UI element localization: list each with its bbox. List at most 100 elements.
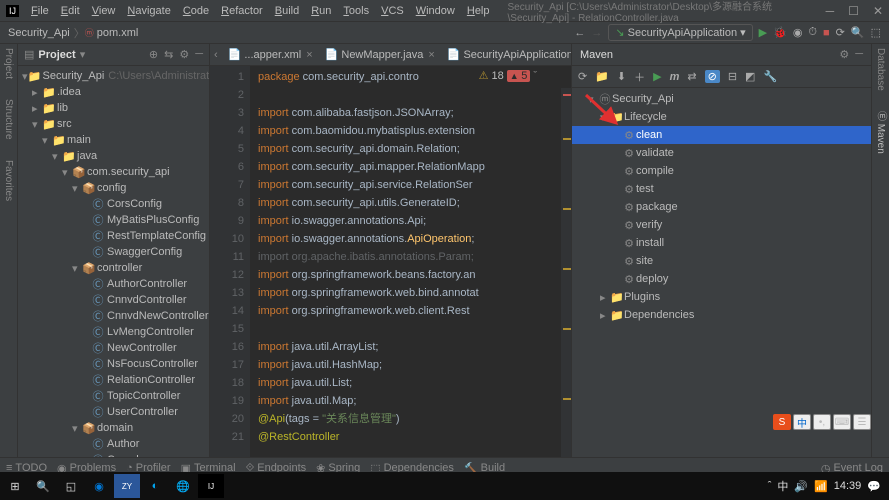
menu-navigate[interactable]: Navigate bbox=[121, 5, 176, 17]
tree-node[interactable]: ⒸRestTemplateConfig bbox=[18, 228, 209, 244]
tree-node[interactable]: ▾📦com.security_api bbox=[18, 164, 209, 180]
maven-node-verify[interactable]: ⚙verify bbox=[572, 216, 871, 234]
maven-node-validate[interactable]: ⚙validate bbox=[572, 144, 871, 162]
search-icon[interactable]: 🔍 bbox=[851, 26, 865, 39]
tray-expand-icon[interactable]: ˆ bbox=[768, 480, 772, 492]
breadcrumb-project[interactable]: Security_Api bbox=[8, 27, 70, 39]
forward-icon[interactable]: → bbox=[591, 27, 602, 39]
breadcrumb-file[interactable]: pom.xml bbox=[97, 27, 139, 39]
error-stripe[interactable] bbox=[561, 88, 571, 457]
project-tool-button[interactable]: Project bbox=[3, 48, 14, 79]
source-code[interactable]: package com.security_api.contro import c… bbox=[250, 66, 571, 457]
maven-tree[interactable]: ▾ⓜSecurity_Api▾📁Lifecycle⚙clean⚙validate… bbox=[572, 88, 871, 457]
tree-node[interactable]: ⒸCorsConfig bbox=[18, 196, 209, 212]
editor-tab[interactable]: 📄NewMapper.java× bbox=[319, 44, 441, 65]
settings-icon[interactable]: ⬚ bbox=[871, 26, 881, 39]
menu-tools[interactable]: Tools bbox=[337, 5, 375, 17]
tray-lang-icon[interactable]: 中 bbox=[777, 478, 788, 494]
gear-icon[interactable]: ⚙ bbox=[179, 48, 189, 61]
add-icon[interactable]: ＋ bbox=[634, 69, 645, 85]
hide-icon[interactable]: ─ bbox=[195, 48, 203, 61]
run-icon[interactable]: ▶ bbox=[653, 70, 661, 83]
tree-node[interactable]: ▸📁lib bbox=[18, 100, 209, 116]
database-tool-button[interactable]: Database bbox=[875, 48, 886, 91]
menu-run[interactable]: Run bbox=[305, 5, 337, 17]
project-tree[interactable]: ▾📁Security_Api C:\Users\Administrator\De… bbox=[18, 66, 209, 457]
gear-icon[interactable]: ⚙ bbox=[839, 48, 849, 61]
maven-node-dependencies[interactable]: ▸📁Dependencies bbox=[572, 306, 871, 324]
back-icon[interactable]: ← bbox=[574, 27, 585, 39]
show-deps-icon[interactable]: ◩ bbox=[745, 70, 755, 83]
chrome-icon[interactable]: 🌐 bbox=[170, 474, 196, 498]
menu-help[interactable]: Help bbox=[461, 5, 496, 17]
start-button[interactable]: ⊞ bbox=[2, 474, 28, 498]
maven-node-site[interactable]: ⚙site bbox=[572, 252, 871, 270]
locate-icon[interactable]: ⊕ bbox=[149, 48, 158, 61]
tray-net-icon[interactable]: 📶 bbox=[814, 480, 828, 493]
run-icon[interactable]: ▶ bbox=[759, 26, 767, 39]
maven-node-security_api[interactable]: ▾ⓜSecurity_Api bbox=[572, 90, 871, 108]
maven-node-plugins[interactable]: ▸📁Plugins bbox=[572, 288, 871, 306]
vcs-icon[interactable]: ⟳ bbox=[836, 26, 845, 39]
tree-node[interactable]: ⒸNsFocusController bbox=[18, 356, 209, 372]
tree-node[interactable]: ⒸAuthor bbox=[18, 436, 209, 452]
tree-node[interactable]: ▾📁main bbox=[18, 132, 209, 148]
tree-node[interactable]: ⒸTopicController bbox=[18, 388, 209, 404]
maven-tool-button[interactable]: ⓜ Maven bbox=[873, 111, 888, 154]
tree-node[interactable]: ⒸSwaggerConfig bbox=[18, 244, 209, 260]
menu-refactor[interactable]: Refactor bbox=[215, 5, 269, 17]
tree-node[interactable]: ⒸUserController bbox=[18, 404, 209, 420]
tree-node[interactable]: ⒸCnnvd bbox=[18, 452, 209, 457]
menu-view[interactable]: View bbox=[86, 5, 122, 17]
ime-keyboard-icon[interactable]: ⌨ bbox=[833, 414, 851, 430]
tree-node[interactable]: ▾📁src bbox=[18, 116, 209, 132]
hide-icon[interactable]: ─ bbox=[855, 48, 863, 61]
minimize-icon[interactable]: ─ bbox=[826, 4, 835, 18]
tree-node[interactable]: ⒸAuthorController bbox=[18, 276, 209, 292]
favorites-tool-button[interactable]: Favorites bbox=[3, 160, 14, 201]
app-shortcut[interactable]: ◐ bbox=[142, 474, 168, 498]
skip-tests-icon[interactable]: ⊟ bbox=[728, 70, 737, 83]
system-tray[interactable]: ˆ 中 🔊 📶 14:39 💬 bbox=[768, 478, 887, 494]
collapse-icon[interactable]: ⇆ bbox=[164, 48, 173, 61]
ime-menu-icon[interactable]: ☰ bbox=[853, 414, 871, 430]
app-shortcut[interactable]: ◉ bbox=[86, 474, 112, 498]
maven-node-install[interactable]: ⚙install bbox=[572, 234, 871, 252]
tree-node[interactable]: ▾📦domain bbox=[18, 420, 209, 436]
menu-vcs[interactable]: VCS bbox=[375, 5, 410, 17]
run-config-selector[interactable]: ↘ SecurityApiApplication ▾ bbox=[608, 24, 752, 41]
tray-time[interactable]: 14:39 bbox=[834, 480, 862, 492]
tree-node[interactable]: ⒸCnnvdController bbox=[18, 292, 209, 308]
stop-icon[interactable]: ■ bbox=[823, 27, 830, 39]
maven-node-clean[interactable]: ⚙clean bbox=[572, 126, 871, 144]
coverage-icon[interactable]: ◉ bbox=[793, 26, 803, 39]
ime-logo-icon[interactable]: S bbox=[773, 414, 791, 430]
search-button[interactable]: 🔍 bbox=[30, 474, 56, 498]
intellij-icon[interactable]: IJ bbox=[198, 474, 224, 498]
tree-node[interactable]: ▾📦config bbox=[18, 180, 209, 196]
profile-icon[interactable]: ⏱ bbox=[808, 26, 817, 39]
taskview-button[interactable]: ◱ bbox=[58, 474, 84, 498]
chevron-left-icon[interactable]: ‹ bbox=[210, 49, 222, 61]
offline-icon[interactable]: ⊘ bbox=[705, 70, 720, 83]
reload-icon[interactable]: ⟳ bbox=[578, 70, 587, 83]
maximize-icon[interactable]: ☐ bbox=[848, 4, 859, 18]
menu-window[interactable]: Window bbox=[410, 5, 461, 17]
ime-punct-icon[interactable]: •, bbox=[813, 414, 831, 430]
app-shortcut[interactable]: ZY bbox=[114, 474, 140, 498]
tray-notify-icon[interactable]: 💬 bbox=[867, 480, 881, 493]
tree-node[interactable]: ⒸLvMengController bbox=[18, 324, 209, 340]
download-icon[interactable]: ⬇ bbox=[617, 70, 626, 83]
menu-code[interactable]: Code bbox=[177, 5, 215, 17]
tree-node[interactable]: ▾📁java bbox=[18, 148, 209, 164]
tree-node[interactable]: ⒸCnnvdNewController bbox=[18, 308, 209, 324]
tree-node[interactable]: ▸📁.idea bbox=[18, 84, 209, 100]
maven-node-compile[interactable]: ⚙compile bbox=[572, 162, 871, 180]
menu-edit[interactable]: Edit bbox=[55, 5, 86, 17]
tray-sound-icon[interactable]: 🔊 bbox=[794, 480, 808, 493]
menu-file[interactable]: File bbox=[25, 5, 55, 17]
editor-tab[interactable]: 📄SecurityApiApplicationTests.java× bbox=[441, 44, 571, 65]
maven-node-package[interactable]: ⚙package bbox=[572, 198, 871, 216]
tree-node[interactable]: ⒸMyBatisPlusConfig bbox=[18, 212, 209, 228]
ime-lang-icon[interactable]: 中 bbox=[793, 414, 811, 430]
